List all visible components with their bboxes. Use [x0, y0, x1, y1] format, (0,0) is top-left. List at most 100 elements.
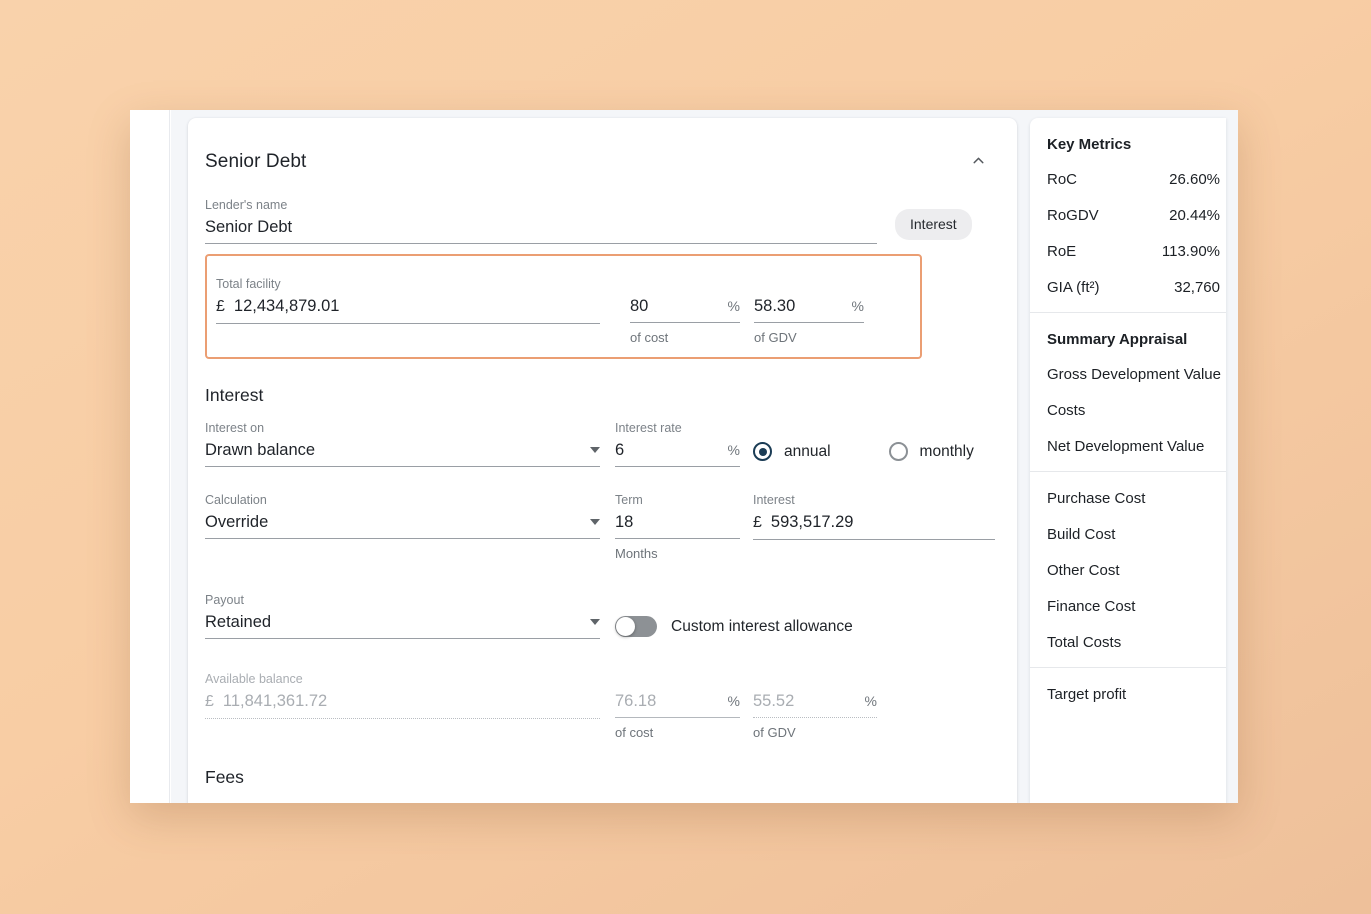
payout-select-value[interactable]: Retained	[205, 611, 582, 633]
toggle-knob	[616, 617, 635, 636]
interest-badge[interactable]: Interest	[895, 209, 972, 240]
custom-interest-allowance-toggle[interactable]	[615, 616, 657, 637]
term-field[interactable]: Term 18 Months	[615, 478, 740, 562]
appraisal-row-costs: Costs	[1047, 402, 1226, 419]
custom-interest-allowance-label: Custom interest allowance	[671, 617, 853, 635]
payout-field[interactable]: Payout Retained	[205, 578, 600, 639]
cost-label: Other Cost	[1047, 562, 1120, 579]
app-window: Senior Debt Lender's name Senior Debt In…	[130, 110, 1238, 803]
term-input[interactable]: 18	[615, 511, 740, 533]
cost-label: Finance Cost	[1047, 598, 1136, 615]
term-label: Term	[615, 493, 643, 507]
appraisal-label: Gross Development Value	[1047, 366, 1221, 383]
interest-amount-label: Interest	[753, 493, 795, 507]
total-facility-pct-gdv-input[interactable]: 58.30	[754, 295, 844, 317]
radio-monthly-icon[interactable]	[888, 442, 908, 461]
radio-annual-icon[interactable]	[753, 442, 772, 461]
cost-row-build: Build Cost	[1047, 526, 1226, 543]
metric-value: 20.44%	[1169, 207, 1220, 224]
total-facility-pct-gdv-field[interactable]: . 58.30 % of GDV	[740, 262, 864, 347]
available-balance-pct-cost-field: . 76.18 % of cost	[615, 657, 740, 741]
interest-rate-field[interactable]: Interest rate 6 %	[615, 406, 740, 467]
cost-row-other: Other Cost	[1047, 562, 1226, 579]
radio-monthly-label: monthly	[919, 442, 974, 460]
collapse-section-button[interactable]	[961, 145, 995, 179]
percent-symbol: %	[864, 693, 877, 709]
total-facility-pct-cost-field[interactable]: . 80 % of cost	[616, 262, 740, 347]
fees-section-title: Fees	[205, 767, 244, 787]
currency-symbol: £	[753, 514, 762, 531]
available-balance-field: Available balance £ 11,841,361.72	[205, 657, 600, 719]
appraisal-row-ndv: Net Development Value	[1047, 438, 1226, 455]
available-balance-label: Available balance	[205, 672, 303, 686]
interest-section-title: Interest	[205, 385, 264, 405]
total-facility-highlight: Total facility £ 12,434,879.01 . . 80 %	[205, 254, 922, 359]
chevron-down-icon[interactable]	[590, 519, 600, 525]
metric-row-gia: GIA (ft²) 32,760	[1047, 279, 1226, 296]
custom-interest-allowance-row: Custom interest allowance	[615, 578, 995, 637]
metric-row-roe: RoE 113.90%	[1047, 243, 1226, 260]
chevron-down-icon[interactable]	[590, 619, 600, 625]
interest-on-field[interactable]: Interest on Drawn balance	[205, 406, 600, 467]
metric-label: RoGDV	[1047, 207, 1099, 224]
percent-symbol: %	[727, 298, 740, 314]
available-balance-pct-cost-value: 76.18	[615, 692, 657, 710]
interest-rate-input[interactable]: 6	[615, 439, 720, 461]
lender-row: Lender's name Senior Debt Interest	[205, 183, 995, 244]
percent-symbol: %	[727, 693, 740, 709]
term-helper: Months	[615, 546, 658, 561]
lender-name-field[interactable]: Lender's name Senior Debt	[205, 183, 877, 244]
available-balance-row: Available balance £ 11,841,361.72 . 76.1…	[205, 657, 995, 741]
appraisal-row-gdv: Gross Development Value	[1047, 366, 1226, 383]
interest-row-2: Calculation Override Term 18 Months Inte…	[205, 478, 995, 562]
metric-label: RoC	[1047, 171, 1078, 188]
appraisal-label: Costs	[1047, 402, 1086, 419]
metric-label: RoE	[1047, 243, 1077, 260]
profit-row-target: Target profit	[1047, 686, 1226, 703]
cost-row-finance: Finance Cost	[1047, 598, 1226, 615]
interest-on-label: Interest on	[205, 421, 265, 435]
radio-option-monthly[interactable]: monthly	[888, 442, 974, 461]
interest-row-1: Interest on Drawn balance Interest rate …	[205, 406, 995, 467]
currency-symbol: £	[205, 693, 214, 710]
calculation-select-value[interactable]: Override	[205, 511, 582, 533]
summary-appraisal-heading: Summary Appraisal	[1047, 331, 1188, 348]
metric-row-roc: RoC 26.60%	[1047, 171, 1226, 188]
total-facility-input[interactable]: 12,434,879.01	[234, 295, 600, 317]
metric-label: GIA (ft²)	[1047, 279, 1100, 296]
profit-block: Target profit	[1030, 667, 1226, 719]
total-facility-label: Total facility	[216, 277, 281, 291]
interest-period-radio-group: annual monthly	[753, 406, 995, 461]
available-balance-pct-gdv-helper: of GDV	[753, 725, 796, 740]
lender-name-input[interactable]: Senior Debt	[205, 216, 877, 238]
summary-side-panel: Key Metrics RoC 26.60% RoGDV 20.44% RoE …	[1030, 118, 1226, 803]
appraisal-label: Net Development Value	[1047, 438, 1205, 455]
currency-symbol: £	[216, 298, 225, 315]
cost-label: Purchase Cost	[1047, 490, 1146, 507]
payout-label: Payout	[205, 593, 244, 607]
cost-row-purchase: Purchase Cost	[1047, 490, 1226, 507]
total-facility-field[interactable]: Total facility £ 12,434,879.01 .	[216, 262, 616, 347]
metric-value: 26.60%	[1169, 171, 1220, 188]
chevron-down-icon[interactable]	[590, 447, 600, 453]
calculation-field[interactable]: Calculation Override	[205, 478, 600, 539]
cost-label: Total Costs	[1047, 634, 1122, 651]
left-nav-rail	[130, 110, 170, 803]
calculation-label: Calculation	[205, 493, 267, 507]
radio-option-annual[interactable]: annual	[753, 442, 831, 461]
percent-symbol: %	[727, 442, 740, 458]
page-scroll-area: Senior Debt Lender's name Senior Debt In…	[171, 110, 1238, 803]
metric-row-rogdv: RoGDV 20.44%	[1047, 207, 1226, 224]
cost-row-total: Total Costs	[1047, 634, 1226, 651]
summary-appraisal-block: Summary Appraisal Gross Development Valu…	[1030, 312, 1226, 471]
fee-name-field[interactable]: Fee name	[205, 788, 995, 803]
interest-amount-input[interactable]: 593,517.29	[771, 511, 995, 533]
interest-amount-field[interactable]: Interest £ 593,517.29	[753, 478, 995, 540]
available-balance-pct-gdv-field: . 55.52 % of GDV	[753, 657, 877, 741]
key-metrics-heading: Key Metrics	[1047, 136, 1132, 153]
interest-rate-label: Interest rate	[615, 421, 682, 435]
interest-on-select-value[interactable]: Drawn balance	[205, 439, 582, 461]
available-balance-pct-gdv-value: 55.52	[753, 692, 795, 710]
total-facility-pct-cost-input[interactable]: 80	[630, 295, 720, 317]
percent-symbol: %	[851, 298, 864, 314]
